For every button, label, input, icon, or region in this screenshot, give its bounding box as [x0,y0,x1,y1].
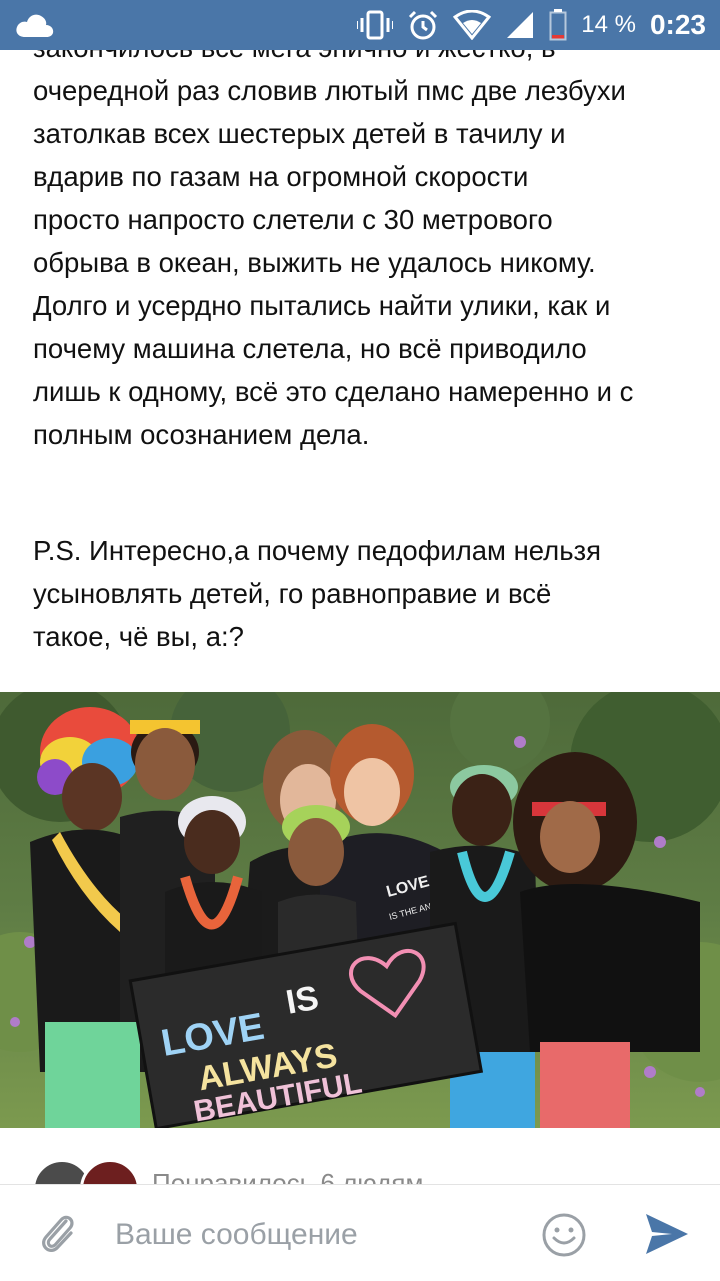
battery-percent: 14 % [581,11,636,38]
wifi-icon [453,10,492,40]
battery-icon [549,9,567,41]
message-composer [0,1184,720,1281]
emoji-icon[interactable] [541,1212,587,1258]
post-paragraph: закончилось всё мега эпично и жёстко, в … [33,26,703,456]
post-ps: P.S. Интересно,а почему педофилам нельзя… [33,529,673,658]
post-line: Долго и усердно пытались найти улики, ка… [33,290,611,321]
post-line: лишь к одному, всё это сделано намеренно… [33,376,634,407]
post-line: просто напросто слетели с 30 метрового [33,204,553,235]
post-line: почему машина слетела, но всё приводило [33,333,587,364]
send-icon[interactable] [644,1212,690,1256]
post-line: P.S. Интересно,а почему педофилам нельзя [33,535,602,566]
post-photo[interactable]: LOVE IS THE ANSWER LOVE IS ALWAYS BEAUTI… [0,692,720,1128]
post-line: вдарив по газам на огромной скорости [33,161,529,192]
clock: 0:23 [649,9,706,40]
cloud-icon [16,14,54,37]
signal-icon [507,12,534,38]
status-bar: 14 % 0:23 [0,0,720,50]
alarm-icon [409,10,438,40]
vibrate-icon [357,10,394,40]
sign-line-2: IS [283,979,321,1022]
post-line: обрыва в океан, выжить не удалось никому… [33,247,596,278]
post-line: полным осознанием дела. [33,419,370,450]
message-input[interactable] [115,1213,515,1257]
post-line: затолкав всех шестерых детей в тачилу и [33,118,566,149]
post-line: такое, чё вы, а:? [33,621,244,652]
post-line: усыновлять детей, го равноправие и всё [33,578,552,609]
likes-row[interactable]: Понравилось 6 людям [0,1128,720,1219]
photo-illustration: LOVE IS THE ANSWER LOVE IS ALWAYS BEAUTI… [0,692,720,1128]
attach-icon[interactable] [34,1209,82,1257]
post-line: очередной раз словив лютый пмс две лезбу… [33,75,626,106]
